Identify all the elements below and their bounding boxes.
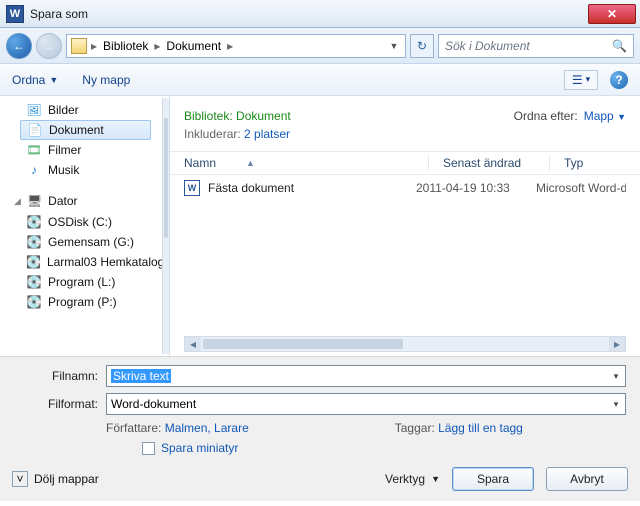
format-field[interactable]: Word-dokument ▾	[106, 393, 626, 415]
library-title: Bibliotek: Dokument	[184, 104, 291, 125]
history-dropdown-icon[interactable]: ▼	[387, 41, 401, 51]
toolbar: Ordna▼ Ny mapp ☰ ▾ ?	[0, 64, 640, 96]
format-label: Filformat:	[14, 397, 98, 411]
author-value[interactable]: Malmen, Larare	[165, 421, 249, 435]
includes-link[interactable]: 2 platser	[244, 127, 290, 141]
library-header: Bibliotek: Dokument Ordna efter: Mapp ▼ …	[170, 96, 640, 145]
main-pane: Bibliotek: Dokument Ordna efter: Mapp ▼ …	[170, 96, 640, 356]
organize-menu[interactable]: Ordna▼	[12, 73, 58, 87]
save-form: Filnamn: Skriva text ▾ Filformat: Word-d…	[0, 356, 640, 463]
breadcrumb-item[interactable]: Bibliotek	[101, 39, 150, 53]
column-date[interactable]: Senast ändrad	[429, 156, 549, 170]
save-thumbnail-checkbox[interactable]: Spara miniatyr	[142, 441, 626, 455]
save-button[interactable]: Spara	[452, 467, 534, 491]
sidebar-item-videos[interactable]: 🎞Filmer	[0, 140, 161, 160]
breadcrumb[interactable]: ▸ Bibliotek ▸ Dokument ▸ ▼	[66, 34, 406, 58]
back-button[interactable]: ←	[6, 33, 32, 59]
scrollbar-thumb[interactable]	[203, 339, 403, 349]
file-list: WFästa dokument 2011-04-19 10:33 Microso…	[170, 175, 640, 356]
tags-meta: Taggar: Lägg till en tagg	[395, 421, 523, 435]
sidebar-item-pictures[interactable]: 🖼Bilder	[0, 100, 161, 120]
disk-icon: 💽	[26, 294, 42, 310]
filename-field[interactable]: Skriva text ▾	[106, 365, 626, 387]
sidebar-drive[interactable]: 💽Larmal03 Hemkatalog (H:)	[0, 252, 161, 272]
navigation-pane: 🖼Bilder 📄Dokument 🎞Filmer ♪Musik ◢🖥Dator…	[0, 96, 170, 356]
new-folder-button[interactable]: Ny mapp	[82, 73, 130, 87]
help-button[interactable]: ?	[610, 71, 628, 89]
music-icon: ♪	[26, 162, 42, 178]
disk-icon: 💽	[26, 234, 42, 250]
refresh-button[interactable]: ↻	[410, 34, 434, 58]
chevron-right-icon: ▸	[154, 39, 160, 53]
hide-folders-button[interactable]: ˅ Dölj mappar	[12, 471, 99, 487]
expand-icon: ◢	[14, 196, 21, 207]
column-name[interactable]: Namn▲	[170, 156, 428, 170]
forward-button[interactable]: →	[36, 33, 62, 59]
horizontal-scrollbar[interactable]: ◂ ▸	[184, 336, 626, 352]
sort-asc-icon: ▲	[246, 158, 255, 168]
file-row[interactable]: WFästa dokument 2011-04-19 10:33 Microso…	[170, 175, 640, 201]
title-bar: W Spara som ✕	[0, 0, 640, 28]
search-input[interactable]: Sök i Dokument 🔍	[438, 34, 634, 58]
breadcrumb-item[interactable]: Dokument	[164, 39, 223, 53]
filename-value: Skriva text	[111, 369, 171, 383]
column-headers: Namn▲ Senast ändrad Typ	[170, 151, 640, 175]
sidebar-item-documents[interactable]: 📄Dokument	[20, 120, 151, 140]
word-app-icon: W	[6, 5, 24, 23]
chevron-down-icon: ▼	[617, 112, 626, 122]
word-doc-icon: W	[184, 180, 200, 196]
scrollbar-thumb[interactable]	[164, 118, 168, 238]
disk-icon: 💽	[26, 254, 41, 270]
column-type[interactable]: Typ	[550, 156, 640, 170]
tags-value[interactable]: Lägg till en tagg	[438, 421, 523, 435]
computer-icon: 🖥	[27, 194, 42, 208]
chevron-down-icon[interactable]: ▾	[609, 368, 623, 384]
filename-label: Filnamn:	[14, 369, 98, 383]
disk-icon: 💽	[26, 274, 42, 290]
chevron-right-icon: ▸	[227, 39, 233, 53]
window-title: Spara som	[30, 7, 588, 21]
documents-icon: 📄	[27, 122, 43, 138]
body-split: 🖼Bilder 📄Dokument 🎞Filmer ♪Musik ◢🖥Dator…	[0, 96, 640, 356]
chevron-down-icon[interactable]: ▾	[609, 396, 623, 412]
view-options-button[interactable]: ☰ ▾	[564, 70, 598, 90]
sidebar-drive[interactable]: 💽Program (P:)	[0, 292, 161, 312]
chevron-down-icon: ▼	[431, 474, 440, 484]
pictures-icon: 🖼	[26, 102, 42, 118]
sidebar-item-music[interactable]: ♪Musik	[0, 160, 161, 180]
sidebar-computer-header[interactable]: ◢🖥Dator	[0, 190, 161, 212]
sidebar-drive[interactable]: 💽Gemensam (G:)	[0, 232, 161, 252]
library-includes: Inkluderar: 2 platser	[184, 127, 626, 141]
search-icon: 🔍	[612, 39, 627, 53]
scroll-right-icon[interactable]: ▸	[609, 337, 625, 351]
author-meta: Författare: Malmen, Larare	[106, 421, 249, 435]
sidebar-drive[interactable]: 💽Program (L:)	[0, 272, 161, 292]
videos-icon: 🎞	[26, 142, 42, 158]
scroll-left-icon[interactable]: ◂	[185, 337, 201, 351]
chevron-right-icon: ▸	[91, 39, 97, 53]
checkbox-icon	[142, 442, 155, 455]
search-placeholder: Sök i Dokument	[445, 39, 530, 53]
cancel-button[interactable]: Avbryt	[546, 467, 628, 491]
address-bar: ← → ▸ Bibliotek ▸ Dokument ▸ ▼ ↻ Sök i D…	[0, 28, 640, 64]
dialog-actions: ˅ Dölj mappar Verktyg ▼ Spara Avbryt	[0, 463, 640, 501]
collapse-icon: ˅	[12, 471, 28, 487]
sort-by-control[interactable]: Ordna efter: Mapp ▼	[514, 109, 626, 123]
tools-menu[interactable]: Verktyg ▼	[385, 472, 440, 486]
nav-scrollbar[interactable]	[162, 98, 169, 354]
sidebar-drive[interactable]: 💽OSDisk (C:)	[0, 212, 161, 232]
format-value: Word-dokument	[111, 397, 196, 411]
folder-icon	[71, 38, 87, 54]
close-button[interactable]: ✕	[588, 4, 636, 24]
disk-icon: 💽	[26, 214, 42, 230]
